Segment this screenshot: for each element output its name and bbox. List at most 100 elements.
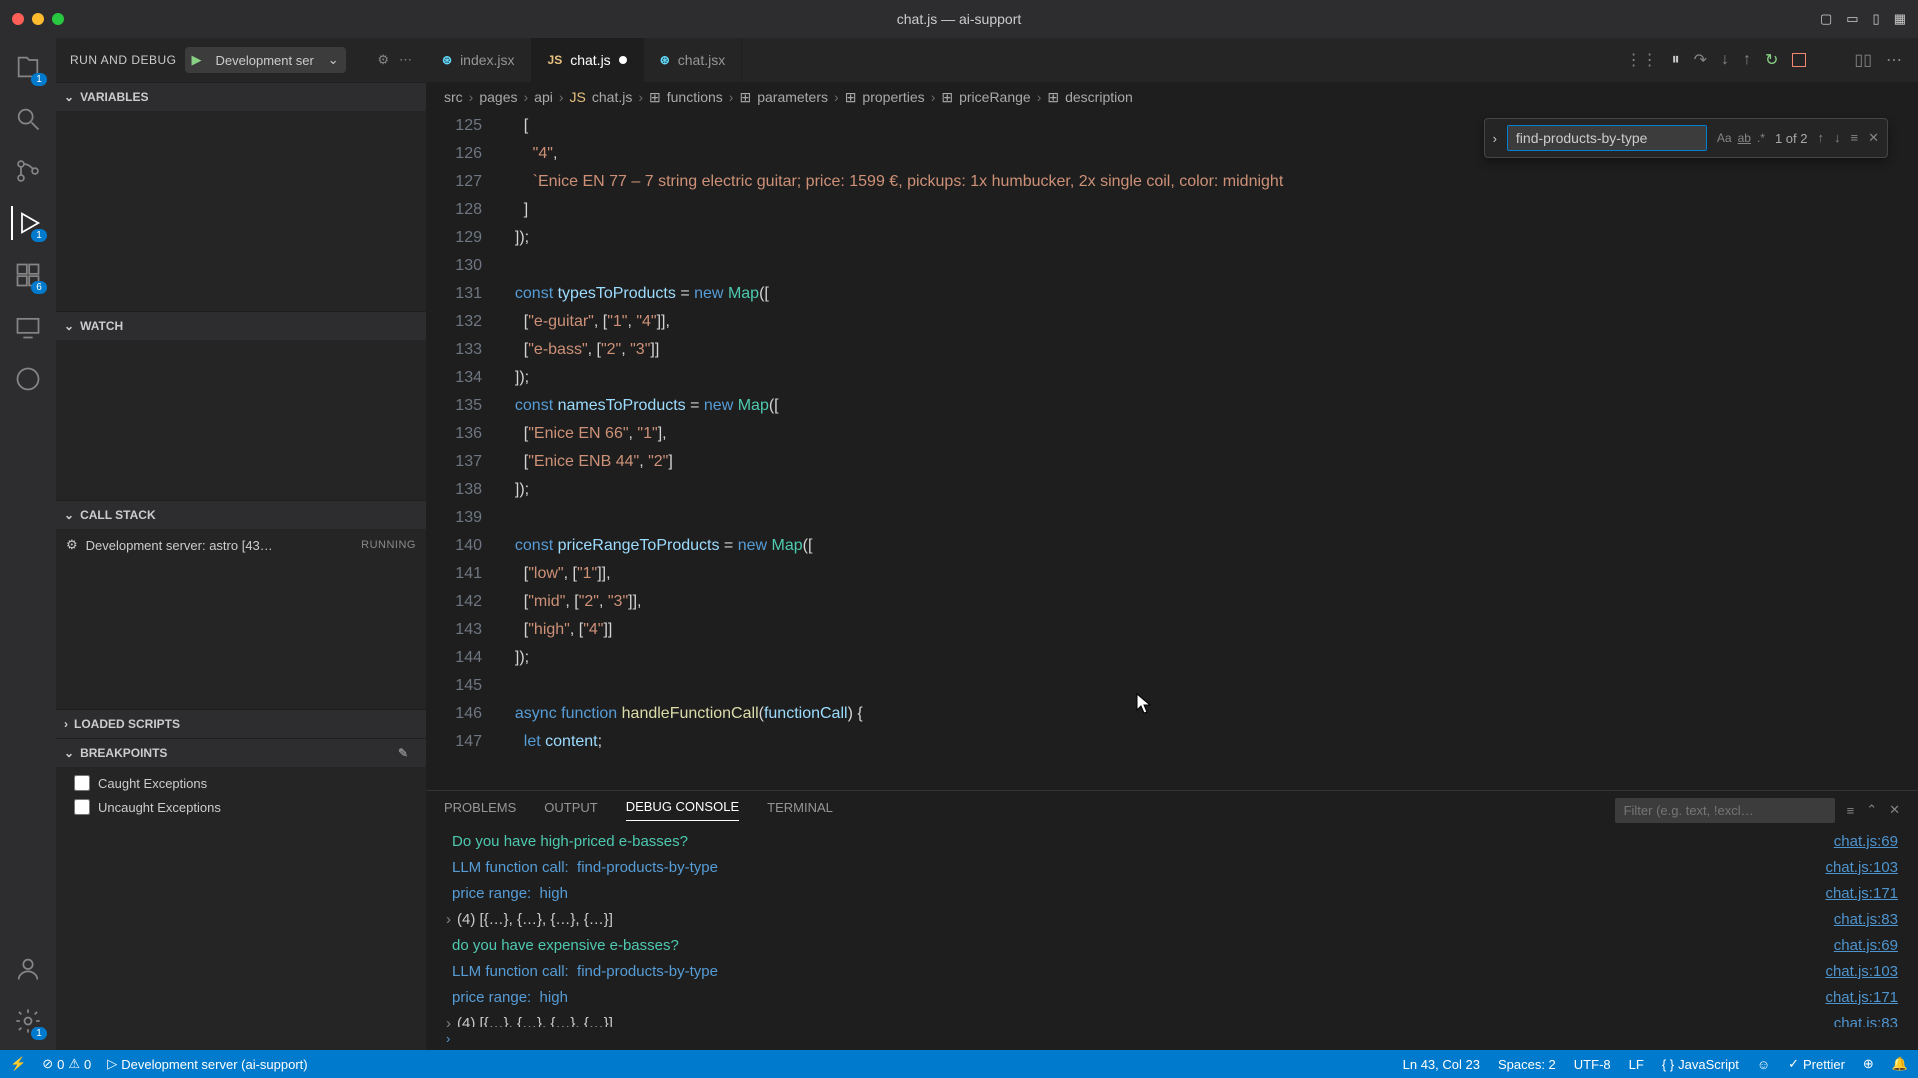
breadcrumbs[interactable]: src›pages›api›JS chat.js›⊞ functions›⊞ p… xyxy=(426,82,1918,112)
language-mode[interactable]: { } JavaScript xyxy=(1662,1056,1739,1072)
remote-icon[interactable] xyxy=(11,310,45,344)
code-line[interactable]: 127 `Enice EN 77 – 7 string electric gui… xyxy=(426,168,1918,196)
code-line[interactable]: 133 ["e-bass", ["2", "3"]] xyxy=(426,336,1918,364)
panel-tab-output[interactable]: OUTPUT xyxy=(544,800,597,821)
breakpoint-caught-exceptions[interactable]: Caught Exceptions xyxy=(56,771,426,795)
panel-maximize-icon[interactable]: ⌃ xyxy=(1866,802,1877,818)
console-source-link[interactable]: chat.js:83 xyxy=(1834,907,1898,933)
uncaught-checkbox[interactable] xyxy=(74,799,90,815)
layout-icon[interactable]: ▢ xyxy=(1820,11,1832,27)
feedback-icon[interactable]: ⊕ xyxy=(1863,1056,1874,1072)
console-source-link[interactable]: chat.js:83 xyxy=(1834,1011,1898,1027)
customize-layout-icon[interactable]: ▦ xyxy=(1894,11,1906,27)
breadcrumb-item[interactable]: properties xyxy=(862,89,924,105)
run-debug-icon[interactable]: 1 xyxy=(11,206,45,240)
panel-close-icon[interactable]: ✕ xyxy=(1889,802,1900,818)
loaded-scripts-section-header[interactable]: ›LOADED SCRIPTS xyxy=(56,710,426,738)
more-actions-icon[interactable]: ⋯ xyxy=(1886,50,1902,70)
code-line[interactable]: 137 ["Enice ENB 44", "2"] xyxy=(426,448,1918,476)
step-out-icon[interactable]: ↑ xyxy=(1743,51,1751,69)
console-source-link[interactable]: chat.js:69 xyxy=(1834,829,1898,855)
minimize-window-button[interactable] xyxy=(32,13,44,25)
watch-section-header[interactable]: ⌄WATCH xyxy=(56,312,426,340)
code-line[interactable]: 132 ["e-guitar", ["1", "4"]], xyxy=(426,308,1918,336)
accounts-icon[interactable] xyxy=(11,952,45,986)
more-icon[interactable]: ⋯ xyxy=(399,52,412,68)
tab-chat-jsx[interactable]: ⊛chat.jsx xyxy=(644,38,743,82)
pause-icon[interactable]: ⏸ xyxy=(1672,51,1680,69)
breadcrumb-item[interactable]: chat.js xyxy=(592,89,632,105)
indentation[interactable]: Spaces: 2 xyxy=(1498,1056,1556,1072)
tab-index-jsx[interactable]: ⊛index.jsx xyxy=(426,38,532,82)
step-over-icon[interactable]: ↷ xyxy=(1694,50,1707,70)
console-source-link[interactable]: chat.js:171 xyxy=(1825,881,1898,907)
problems-indicator[interactable]: ⊘0 ⚠0 xyxy=(42,1056,91,1072)
code-line[interactable]: 138 ]); xyxy=(426,476,1918,504)
code-line[interactable]: 142 ["mid", ["2", "3"]], xyxy=(426,588,1918,616)
console-source-link[interactable]: chat.js:69 xyxy=(1834,933,1898,959)
code-line[interactable]: 144 ]); xyxy=(426,644,1918,672)
code-line[interactable]: 141 ["low", ["1"]], xyxy=(426,560,1918,588)
search-icon[interactable] xyxy=(11,102,45,136)
code-line[interactable]: 128 ] xyxy=(426,196,1918,224)
panel-tab-debug-console[interactable]: DEBUG CONSOLE xyxy=(626,799,739,821)
caught-checkbox[interactable] xyxy=(74,775,90,791)
restart-icon[interactable]: ↻ xyxy=(1765,50,1778,70)
console-prompt[interactable]: › xyxy=(426,1027,1918,1050)
expand-chevron-icon[interactable]: › xyxy=(446,1011,457,1027)
source-control-icon[interactable] xyxy=(11,154,45,188)
breadcrumb-item[interactable]: pages xyxy=(479,89,517,105)
match-word-icon[interactable]: ab xyxy=(1738,131,1751,145)
console-source-link[interactable]: chat.js:103 xyxy=(1825,855,1898,881)
code-line[interactable]: 140 const priceRangeToProducts = new Map… xyxy=(426,532,1918,560)
remote-indicator[interactable]: ⚡ xyxy=(10,1056,26,1072)
callstack-section-header[interactable]: ⌄CALL STACK xyxy=(56,501,426,529)
find-expand-icon[interactable]: › xyxy=(1493,131,1497,146)
edit-icon[interactable]: ✎ xyxy=(398,746,408,760)
callstack-item[interactable]: ⚙ Development server: astro [43… RUNNING xyxy=(56,533,426,557)
find-prev-icon[interactable]: ↑ xyxy=(1818,130,1825,146)
match-case-icon[interactable]: Aa xyxy=(1717,131,1732,145)
edge-icon[interactable] xyxy=(11,362,45,396)
find-selection-icon[interactable]: ≡ xyxy=(1851,130,1859,146)
editor-code[interactable]: 125 [126 "4",127 `Enice EN 77 – 7 string… xyxy=(426,112,1918,756)
console-source-link[interactable]: chat.js:171 xyxy=(1825,985,1898,1011)
explorer-icon[interactable]: 1 xyxy=(11,50,45,84)
tab-chat-js[interactable]: JSchat.js xyxy=(532,38,644,82)
maximize-window-button[interactable] xyxy=(52,13,64,25)
debug-console-output[interactable]: Do you have high-priced e-basses?chat.js… xyxy=(426,829,1918,1027)
breadcrumb-item[interactable]: api xyxy=(534,89,553,105)
stop-icon[interactable] xyxy=(1792,53,1806,67)
variables-section-header[interactable]: ⌄VARIABLES xyxy=(56,83,426,111)
chevron-down-icon[interactable]: ⌄ xyxy=(322,52,345,68)
notifications-icon[interactable]: 🔔 xyxy=(1892,1056,1908,1072)
copilot-icon[interactable]: ☺ xyxy=(1757,1056,1770,1072)
regex-icon[interactable]: .* xyxy=(1757,131,1765,145)
drag-handle-icon[interactable]: ⋮⋮ xyxy=(1626,50,1658,70)
code-line[interactable]: 139 xyxy=(426,504,1918,532)
gear-icon[interactable]: ⚙ xyxy=(377,52,389,68)
find-input[interactable] xyxy=(1507,125,1707,151)
breakpoint-uncaught-exceptions[interactable]: Uncaught Exceptions xyxy=(56,795,426,819)
code-line[interactable]: 136 ["Enice EN 66", "1"], xyxy=(426,420,1918,448)
filter-icon[interactable]: ≡ xyxy=(1847,803,1855,818)
code-line[interactable]: 147 let content; xyxy=(426,728,1918,756)
split-editor-icon[interactable]: ▯▯ xyxy=(1854,50,1872,70)
breadcrumb-item[interactable]: functions xyxy=(667,89,723,105)
breadcrumb-item[interactable]: priceRange xyxy=(959,89,1031,105)
code-line[interactable]: 129 ]); xyxy=(426,224,1918,252)
settings-gear-icon[interactable]: 1 xyxy=(11,1004,45,1038)
find-next-icon[interactable]: ↓ xyxy=(1834,130,1841,146)
launch-config-select[interactable]: ▶ Development ser ⌄ xyxy=(185,47,346,73)
breakpoints-section-header[interactable]: ⌄BREAKPOINTS ✎ xyxy=(56,739,426,767)
code-line[interactable]: 130 xyxy=(426,252,1918,280)
breadcrumb-item[interactable]: src xyxy=(444,89,463,105)
panel-toggle-icon[interactable]: ▭ xyxy=(1846,11,1858,27)
code-line[interactable]: 131 const typesToProducts = new Map([ xyxy=(426,280,1918,308)
extensions-icon[interactable]: 6 xyxy=(11,258,45,292)
debug-target-indicator[interactable]: ▷Development server (ai-support) xyxy=(107,1056,307,1072)
breadcrumb-item[interactable]: description xyxy=(1065,89,1133,105)
expand-chevron-icon[interactable]: › xyxy=(446,907,457,933)
code-line[interactable]: 145 xyxy=(426,672,1918,700)
breadcrumb-item[interactable]: parameters xyxy=(757,89,828,105)
